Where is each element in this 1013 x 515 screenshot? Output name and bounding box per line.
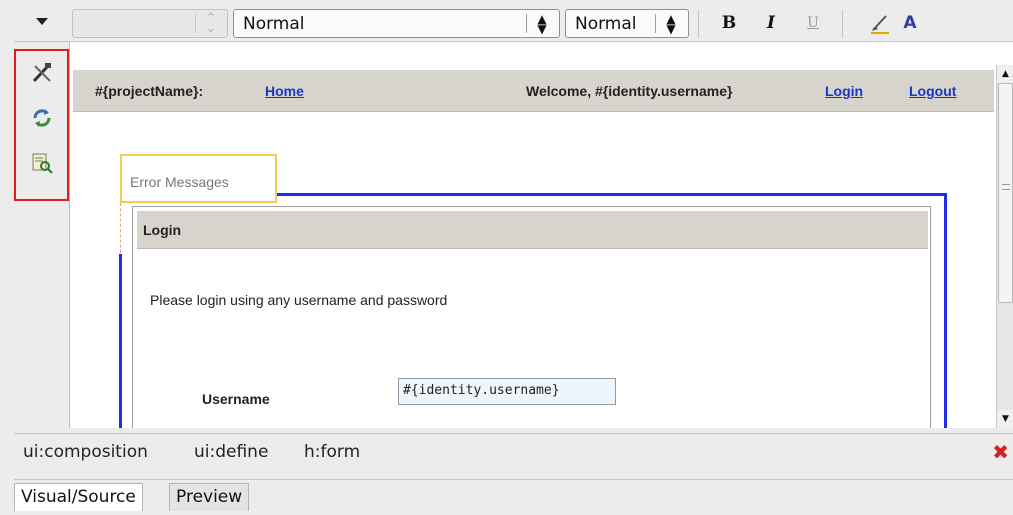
login-panel-title: Login [143,222,182,238]
project-name-text: #{projectName}: [95,83,204,99]
visual-page-editor: ⌃ ⌄ Normal ▲ ▼ Normal ▲ ▼ B I U A #{proj… [0,0,1013,515]
paragraph-format-select[interactable]: Normal ▲ ▼ [233,9,560,38]
toolbar-menu-dropdown-icon[interactable] [36,18,48,25]
font-family-select: ⌃ ⌄ [72,9,228,38]
scroll-thumb[interactable] [998,83,1013,303]
logout-link[interactable]: Logout [909,83,956,99]
path-item-ui-composition[interactable]: ui:composition [23,442,148,462]
path-item-h-form[interactable]: h:form [304,442,360,462]
italic-button[interactable]: I [760,12,782,34]
login-panel[interactable]: Login Please login using any username an… [132,206,931,428]
error-messages-box[interactable]: Error Messages [120,154,277,203]
tab-preview[interactable]: Preview [169,483,250,511]
toolbar-separator [698,10,699,38]
username-input[interactable]: #{identity.username} [398,378,616,405]
selection-outline [263,193,947,196]
scroll-up-icon[interactable]: ▲ [997,65,1013,83]
welcome-text: Welcome, #{identity.username} [526,83,733,99]
font-size-value: Normal [575,14,637,34]
error-box-outline [120,203,121,253]
login-panel-header: Login [137,211,928,249]
bold-button[interactable]: B [718,12,740,34]
login-link[interactable]: Login [825,83,863,99]
paragraph-format-value: Normal [243,14,305,34]
tab-visual-source[interactable]: Visual/Source [14,483,143,511]
close-icon[interactable]: ✖ [992,442,1009,462]
page-header-bar: #{projectName}: Home Welcome, #{identity… [73,70,994,112]
format-toolbar: ⌃ ⌄ Normal ▲ ▼ Normal ▲ ▼ B I U A [14,6,1013,42]
refresh-icon[interactable] [30,106,54,130]
scroll-down-icon[interactable]: ▼ [997,410,1013,428]
error-messages-label: Error Messages [130,174,229,190]
tag-path-bar: ui:composition ui:define h:form ✖ [14,433,1013,473]
username-label: Username [202,391,270,407]
vertical-scrollbar[interactable]: ▲ ▼ [996,65,1013,428]
tools-icon[interactable] [30,61,54,85]
selection-outline [119,254,122,428]
selection-outline [944,193,947,428]
login-instructions: Please login using any username and pass… [150,292,448,308]
palette-toolbar [14,49,69,201]
home-link[interactable]: Home [265,83,304,99]
select-arrows-icon: ▲ ▼ [666,12,676,36]
visual-canvas[interactable]: #{projectName}: Home Welcome, #{identity… [69,42,1013,428]
brush-icon[interactable] [869,12,891,34]
toolbar-separator [842,10,843,38]
editor-tabs: Visual/Source Preview [14,479,1013,515]
path-item-ui-define[interactable]: ui:define [194,442,268,462]
font-color-label: A [903,13,917,33]
preview-icon[interactable] [30,151,54,175]
font-color-button[interactable]: A [899,12,921,34]
select-arrows-icon: ▲ ▼ [537,12,547,36]
underline-button[interactable]: U [802,12,824,34]
font-size-select[interactable]: Normal ▲ ▼ [565,9,689,38]
scroll-grip-icon [1002,184,1010,190]
